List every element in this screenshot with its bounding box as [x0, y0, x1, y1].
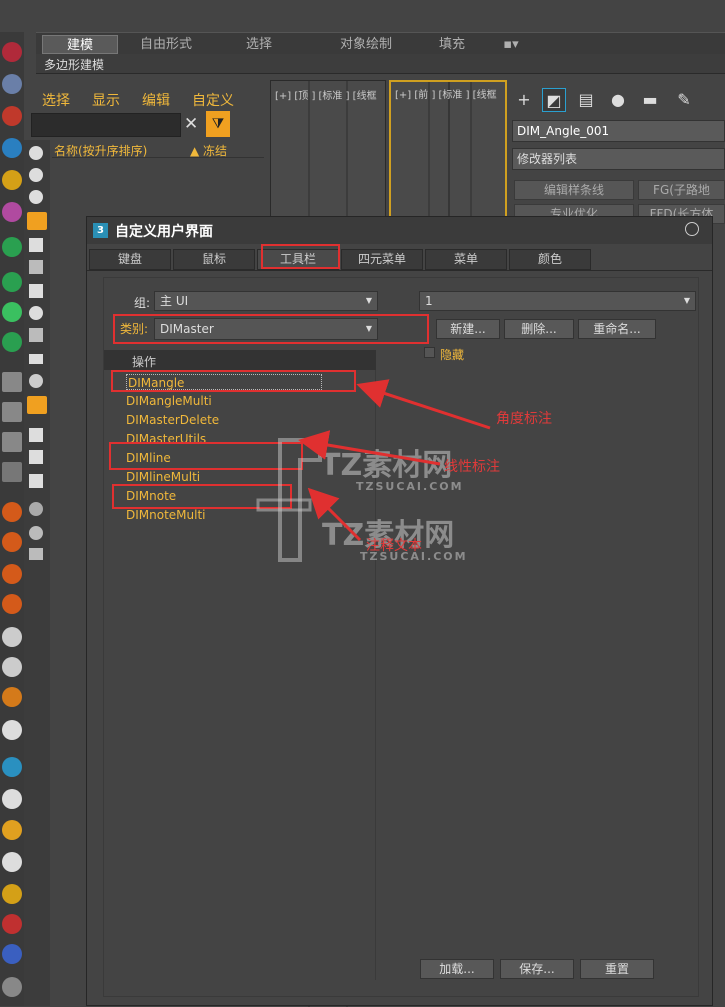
arrow-note — [307, 487, 362, 542]
annotation-arrows — [298, 379, 491, 542]
annotation-angle: 角度标注 — [496, 411, 552, 427]
arrow-angle — [356, 379, 491, 430]
annotation-note: 注释文本 — [366, 538, 422, 554]
arrow-linear — [298, 430, 441, 466]
annotation-linear: 线性标注 — [444, 459, 500, 475]
